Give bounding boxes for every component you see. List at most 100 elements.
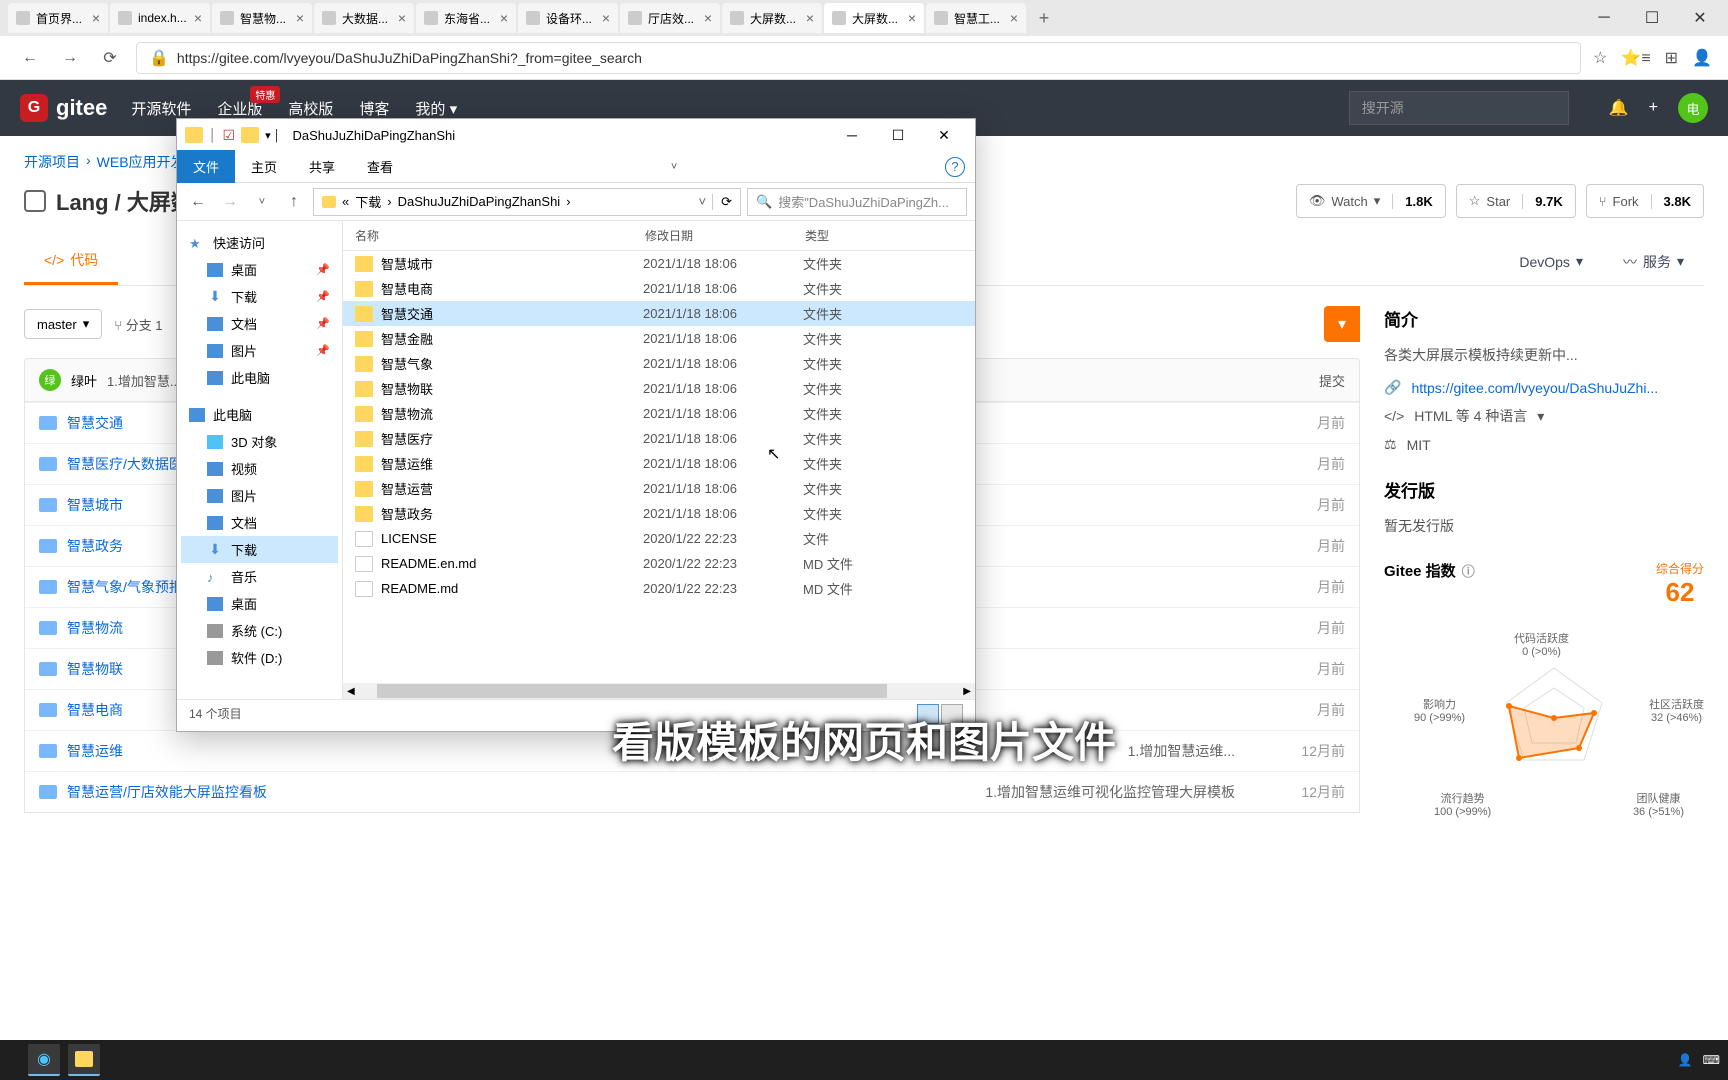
browser-tab[interactable]: 智慧物...× [212, 3, 312, 33]
explorer-file-row[interactable]: 智慧医疗2021/1/18 18:06文件夹 [343, 426, 975, 451]
sidebar-quick-access[interactable]: ★快速访问 [181, 229, 338, 256]
tab-close-icon[interactable]: × [92, 10, 100, 26]
sidebar-docs2[interactable]: 文档 [181, 509, 338, 536]
nav-mine[interactable]: 我的 ▾ [415, 98, 457, 119]
branch-count[interactable]: ⑂ 分支 1 [114, 315, 162, 334]
taskbar-explorer[interactable] [68, 1044, 100, 1076]
explorer-minimize[interactable]: ─ [829, 120, 875, 150]
clone-button[interactable]: ▾ [1324, 306, 1360, 342]
commit-message[interactable]: 1.增加智慧... [107, 371, 181, 390]
nav-opensource[interactable]: 开源软件 [131, 98, 191, 119]
window-close[interactable]: ✕ [1680, 3, 1720, 33]
watch-button[interactable]: 👁Watch ▾ 1.8K [1296, 184, 1446, 218]
sidebar-video[interactable]: 视频 [181, 455, 338, 482]
repo-license[interactable]: ⚖MIT [1384, 436, 1704, 453]
url-input[interactable]: 🔒 https://gitee.com/lvyeyou/DaShuJuZhiDa… [136, 42, 1581, 74]
tab-close-icon[interactable]: × [296, 10, 304, 26]
tab-close-icon[interactable]: × [1010, 10, 1018, 26]
sidebar-3d[interactable]: 3D 对象 [181, 428, 338, 455]
file-name[interactable]: 智慧城市 [67, 495, 123, 515]
explorer-file-row[interactable]: 智慧金融2021/1/18 18:06文件夹 [343, 326, 975, 351]
tab-close-icon[interactable]: × [704, 10, 712, 26]
explorer-file-row[interactable]: LICENSE2020/1/22 22:23文件 [343, 526, 975, 551]
nav-edu[interactable]: 高校版 [288, 98, 333, 119]
taskbar-edge[interactable]: ◉ [28, 1044, 60, 1076]
tab-close-icon[interactable]: × [602, 10, 610, 26]
nav-forward[interactable]: → [56, 44, 84, 72]
tab-close-icon[interactable]: × [398, 10, 406, 26]
sidebar-downloads[interactable]: ⬇下载📌 [181, 283, 338, 310]
breadcrumb-item[interactable]: 开源项目 [24, 152, 80, 172]
explorer-file-row[interactable]: 智慧物联2021/1/18 18:06文件夹 [343, 376, 975, 401]
tab-close-icon[interactable]: × [500, 10, 508, 26]
col-type[interactable]: 类型 [805, 227, 905, 244]
explorer-close[interactable]: ✕ [921, 120, 967, 150]
ribbon-home[interactable]: 主页 [235, 150, 293, 183]
explorer-file-row[interactable]: 智慧物流2021/1/18 18:06文件夹 [343, 401, 975, 426]
repo-link[interactable]: 🔗https://gitee.com/lvyeyou/DaShuJuZhi... [1384, 379, 1704, 396]
favorites-list-icon[interactable]: ⭐≡ [1621, 48, 1650, 68]
branch-select[interactable]: master ▾ [24, 309, 102, 339]
file-name[interactable]: 智慧运营/厅店效能大屏监控看板 [67, 782, 267, 802]
tray-people-icon[interactable]: 👤 [1678, 1053, 1693, 1067]
file-name[interactable]: 智慧交通 [67, 413, 123, 433]
help-icon[interactable]: ? [945, 157, 965, 177]
tab-close-icon[interactable]: × [908, 10, 916, 26]
notification-icon[interactable]: 🔔 [1609, 98, 1629, 118]
tray-keyboard-icon[interactable]: ⌨ [1703, 1053, 1720, 1067]
nav-back[interactable]: ← [185, 189, 211, 215]
commit-author[interactable]: 绿叶 [71, 371, 97, 390]
profile-icon[interactable]: 👤 [1692, 48, 1712, 68]
file-name[interactable]: 智慧物联 [67, 659, 123, 679]
refresh-icon[interactable]: ⟳ [712, 194, 732, 210]
horizontal-scrollbar[interactable]: ◀ ▶ [343, 683, 975, 699]
tab-devops[interactable]: DevOps ▾ [1499, 238, 1603, 285]
explorer-file-row[interactable]: README.en.md2020/1/22 22:23MD 文件 [343, 551, 975, 576]
sidebar-music[interactable]: ♪音乐 [181, 563, 338, 590]
repo-file-row[interactable]: 智慧运营/厅店效能大屏监控看板1.增加智慧运维可视化监控管理大屏模板12月前 [25, 771, 1359, 812]
explorer-file-row[interactable]: 智慧电商2021/1/18 18:06文件夹 [343, 276, 975, 301]
column-headers[interactable]: 名称 修改日期 类型 [343, 221, 975, 251]
ribbon-view[interactable]: 查看 [351, 150, 409, 183]
nav-refresh[interactable]: ⟳ [96, 44, 124, 72]
explorer-file-row[interactable]: 智慧政务2021/1/18 18:06文件夹 [343, 501, 975, 526]
tab-code[interactable]: </> 代码 [24, 238, 118, 285]
nav-back[interactable]: ← [16, 44, 44, 72]
explorer-file-row[interactable]: 智慧城市2021/1/18 18:06文件夹 [343, 251, 975, 276]
collections-icon[interactable]: ⊞ [1665, 48, 1678, 68]
scroll-right-icon[interactable]: ▶ [959, 686, 975, 697]
breadcrumb-item[interactable]: WEB应用开发 [97, 152, 185, 172]
gitee-logo[interactable]: G gitee [20, 94, 107, 122]
start-button[interactable] [8, 1044, 20, 1076]
star-button[interactable]: ☆Star 9.7K [1456, 184, 1576, 218]
explorer-file-row[interactable]: 智慧运维2021/1/18 18:06文件夹 [343, 451, 975, 476]
create-icon[interactable]: + [1649, 99, 1658, 117]
ribbon-expand[interactable]: ˅ [671, 161, 677, 173]
nav-forward[interactable]: → [217, 189, 243, 215]
user-avatar[interactable]: 电 [1678, 93, 1708, 123]
fork-button[interactable]: ⑂Fork 3.8K [1586, 184, 1704, 218]
browser-tab[interactable]: 大屏数...× [824, 3, 924, 33]
browser-tab[interactable]: 厅店效...× [620, 3, 720, 33]
col-date[interactable]: 修改日期 [645, 227, 805, 244]
file-name[interactable]: 智慧电商 [67, 700, 123, 720]
scroll-thumb[interactable] [377, 684, 887, 698]
explorer-file-row[interactable]: 智慧运营2021/1/18 18:06文件夹 [343, 476, 975, 501]
window-maximize[interactable]: ☐ [1632, 3, 1672, 33]
window-minimize[interactable]: ─ [1584, 3, 1624, 33]
file-name[interactable]: 智慧运维 [67, 741, 123, 761]
sidebar-docs[interactable]: 文档📌 [181, 310, 338, 337]
col-name[interactable]: 名称 [355, 227, 645, 244]
sidebar-pics2[interactable]: 图片 [181, 482, 338, 509]
explorer-search[interactable]: 🔍 搜索"DaShuJuZhiDaPingZh... [747, 188, 967, 216]
path-dropdown-icon[interactable]: ˅ [699, 194, 707, 209]
ribbon-share[interactable]: 共享 [293, 150, 351, 183]
tab-close-icon[interactable]: × [194, 10, 202, 26]
browser-tab[interactable]: 智慧工...× [926, 3, 1026, 33]
explorer-file-row[interactable]: 智慧交通2021/1/18 18:06文件夹 [343, 301, 975, 326]
browser-tab[interactable]: 大数据...× [314, 3, 414, 33]
sidebar-pics[interactable]: 图片📌 [181, 337, 338, 364]
file-name[interactable]: 智慧物流 [67, 618, 123, 638]
tab-close-icon[interactable]: × [806, 10, 814, 26]
sidebar-drive-c[interactable]: 系统 (C:) [181, 617, 338, 644]
